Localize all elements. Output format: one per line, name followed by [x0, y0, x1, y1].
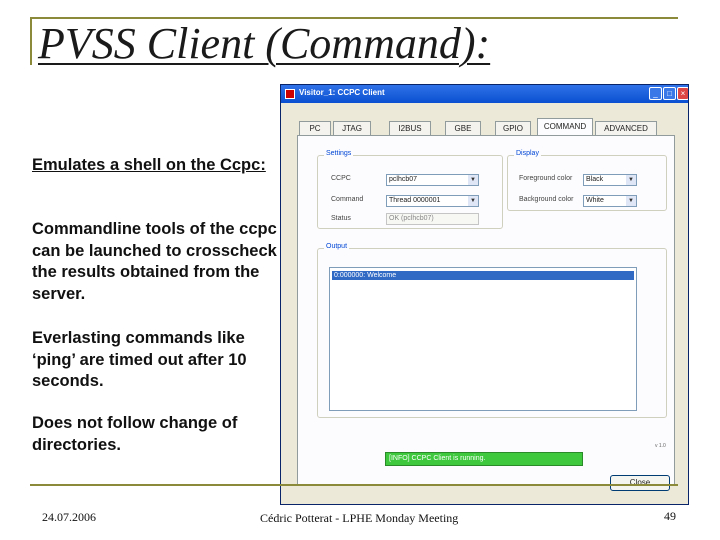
tab-i2bus[interactable]: I2BUS [389, 121, 431, 135]
settings-group-label: Settings [324, 150, 354, 157]
footer-title: Cédric Potterat - LPHE Monday Meeting [260, 511, 459, 525]
slide-title: PVSS Client (Command): [38, 19, 491, 68]
window-title: Visitor_1: CCPC Client [299, 88, 385, 97]
app-icon [285, 89, 295, 99]
background-label: Background color [519, 196, 574, 203]
footer-divider [30, 484, 678, 486]
tab-command[interactable]: COMMAND [537, 118, 593, 136]
ccpc-select[interactable]: pclhcb07 ▼ [386, 174, 479, 186]
output-line[interactable]: 0:000000: Welcome [332, 271, 634, 280]
status-message: [INFO] CCPC Client is running. [385, 452, 583, 466]
chevron-down-icon[interactable]: ▼ [626, 175, 636, 185]
close-button[interactable]: Close [610, 475, 670, 491]
window-titlebar[interactable]: Visitor_1: CCPC Client _ □ × [281, 85, 688, 103]
background-select[interactable]: White ▼ [583, 195, 637, 207]
output-group-label: Output [324, 243, 350, 250]
bullet-2: Commandline tools of the ccpc can be lau… [32, 220, 277, 303]
status-label: Status [331, 215, 351, 222]
tab-jtag[interactable]: JTAG [333, 121, 371, 135]
tab-gpio[interactable]: GPIO [495, 121, 531, 135]
footer-date: 24.07.2006 [42, 510, 96, 524]
title-frame-left [30, 17, 32, 65]
minimize-button[interactable]: _ [649, 87, 662, 100]
chevron-down-icon[interactable]: ▼ [468, 196, 478, 206]
chevron-down-icon[interactable]: ▼ [626, 196, 636, 206]
display-group-label: Display [514, 150, 541, 157]
bullet-4: Does not follow change of directories. [32, 414, 238, 454]
ccpc-label: CCPC [331, 175, 351, 182]
command-select[interactable]: Thread 0000001 ▼ [386, 195, 479, 207]
bullet-1: Emulates a shell on the Ccpc: [32, 156, 266, 174]
foreground-select[interactable]: Black ▼ [583, 174, 637, 186]
close-window-button[interactable]: × [677, 87, 688, 100]
command-value: Thread 0000001 [389, 197, 441, 204]
page-number: 49 [664, 509, 676, 523]
tab-pc[interactable]: PC [299, 121, 331, 135]
status-field: OK (pclhcb07) [386, 213, 479, 225]
tab-advanced[interactable]: ADVANCED [595, 121, 657, 135]
foreground-value: Black [586, 176, 604, 183]
version-text: v 1.0 [655, 443, 666, 449]
chevron-down-icon[interactable]: ▼ [468, 175, 478, 185]
ccpc-client-window: Visitor_1: CCPC Client _ □ × PC JTAG I2B… [280, 84, 689, 505]
ccpc-value: pclhcb07 [389, 176, 418, 183]
bullet-3: Everlasting commands like ‘ping’ are tim… [32, 329, 247, 390]
command-label: Command [331, 196, 364, 203]
background-value: White [586, 197, 604, 204]
tab-gbe[interactable]: GBE [445, 121, 481, 135]
maximize-button[interactable]: □ [663, 87, 676, 100]
foreground-label: Foreground color [519, 175, 573, 182]
output-listbox[interactable]: 0:000000: Welcome [329, 267, 637, 411]
